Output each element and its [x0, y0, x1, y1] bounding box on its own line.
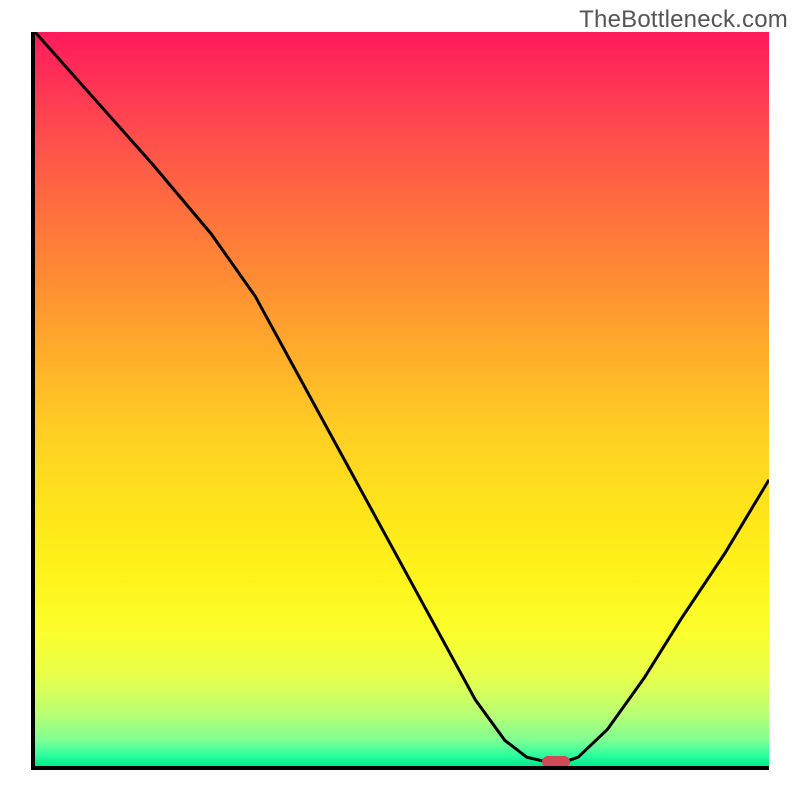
watermark-text: TheBottleneck.com	[579, 6, 788, 34]
plot-area	[31, 32, 769, 770]
chart-container: TheBottleneck.com	[0, 0, 800, 800]
bottleneck-curve	[35, 32, 769, 762]
curve-layer	[35, 32, 769, 766]
minimum-marker	[542, 756, 570, 768]
